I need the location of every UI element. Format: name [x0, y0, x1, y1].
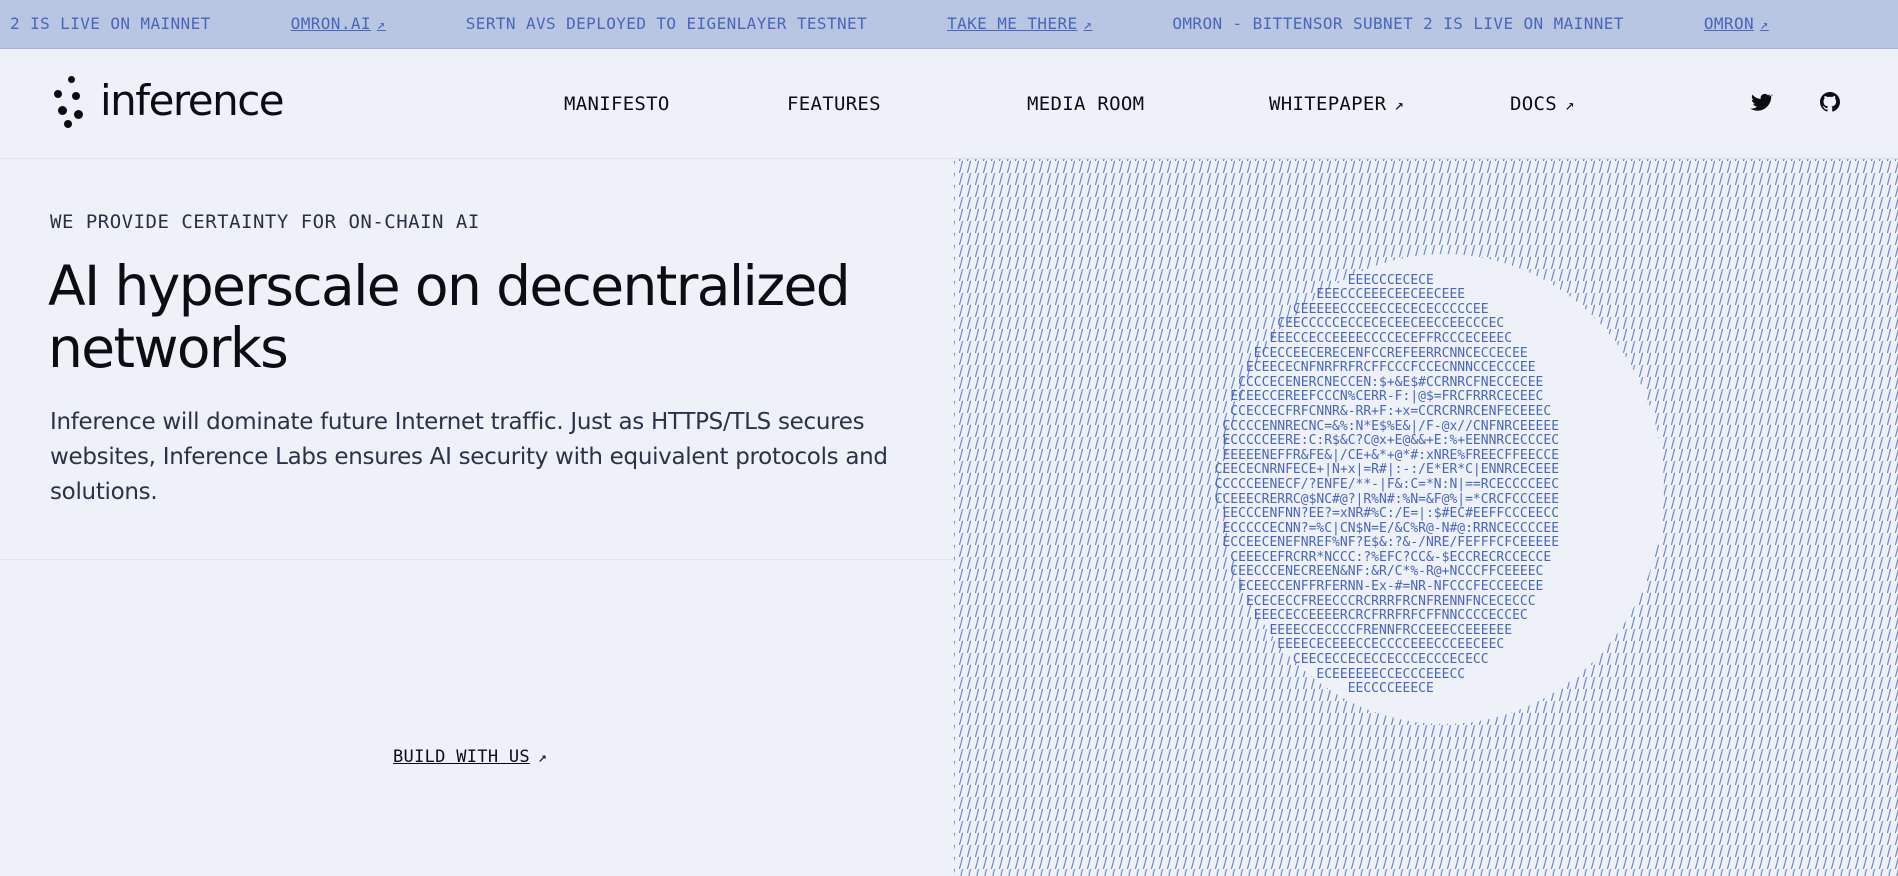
- ascii-orb-graphic: EEECCCECECE EEECCCEEECEECEECEEE CEEEEECC…: [1214, 272, 1560, 697]
- nav-label: WHITEPAPER: [1269, 93, 1387, 115]
- ticker-text: 2 IS LIVE ON MAINNET: [10, 14, 211, 33]
- hero-section: WE PROVIDE CERTAINTY FOR ON-CHAIN AI AI …: [0, 159, 953, 876]
- logo-dots-icon: [54, 76, 88, 128]
- arrow-up-right-icon: ↗: [537, 748, 548, 766]
- arrow-up-right-icon: ↗: [1760, 17, 1769, 33]
- github-icon[interactable]: [1818, 90, 1842, 114]
- ticker-link-take-me-there[interactable]: TAKE ME THERE ↗: [947, 14, 1092, 33]
- twitter-icon[interactable]: [1749, 90, 1774, 114]
- ticker-text: SERTN AVS DEPLOYED TO EIGENLAYER TESTNET: [465, 14, 868, 33]
- hero-description: Inference will dominate future Internet …: [50, 409, 888, 505]
- brand-logo-link[interactable]: inference: [54, 75, 285, 128]
- arrow-up-right-icon: ↗: [1394, 95, 1405, 114]
- ticker-link-label: OMRON.AI: [290, 14, 371, 33]
- nav-docs[interactable]: DOCS ↗: [1510, 93, 1575, 115]
- nav-features[interactable]: FEATURES: [787, 93, 881, 115]
- nav-label: MEDIA ROOM: [1027, 93, 1145, 115]
- section-divider: [0, 559, 953, 560]
- ticker-link-omron[interactable]: OMRON ↗: [1704, 14, 1769, 33]
- nav-media-room[interactable]: MEDIA ROOM: [1027, 93, 1144, 115]
- nav-label: MANIFESTO: [564, 93, 670, 115]
- ticker-text: OMRON - BITTENSOR SUBNET 2 IS LIVE ON MA…: [1172, 14, 1624, 33]
- brand-name: inference: [100, 75, 285, 125]
- nav-label: FEATURES: [787, 93, 881, 115]
- announcement-ticker: 2 IS LIVE ON MAINNET OMRON.AI ↗ SERTN AVS…: [0, 0, 1898, 49]
- build-with-us-button[interactable]: BUILD WITH US ↗: [393, 747, 547, 767]
- ticker-link-omron-ai[interactable]: OMRON.AI ↗: [291, 14, 386, 33]
- ticker-link-label: TAKE ME THERE: [947, 14, 1078, 33]
- cta-label: BUILD WITH US: [393, 747, 530, 767]
- site-header: inference MANIFESTO FEATURES MEDIA ROOM …: [0, 48, 1898, 159]
- arrow-up-right-icon: ↗: [1564, 95, 1575, 114]
- nav-whitepaper[interactable]: WHITEPAPER ↗: [1269, 93, 1404, 115]
- hero-headline: AI hyperscale on decentralized networks: [48, 254, 851, 380]
- arrow-up-right-icon: ↗: [1083, 17, 1093, 33]
- hero-eyebrow: WE PROVIDE CERTAINTY FOR ON-CHAIN AI: [50, 211, 480, 233]
- ascii-art-panel: EEECCCECECE EEECCCEEECEECEECEEE CEEEEECC…: [954, 159, 1898, 876]
- arrow-up-right-icon: ↗: [376, 17, 386, 33]
- ticker-link-label: OMRON: [1703, 14, 1755, 33]
- nav-manifesto[interactable]: MANIFESTO: [564, 93, 670, 115]
- ticker-track: 2 IS LIVE ON MAINNET OMRON.AI ↗ SERTN AVS…: [10, 14, 1849, 33]
- nav-label: DOCS: [1510, 93, 1557, 115]
